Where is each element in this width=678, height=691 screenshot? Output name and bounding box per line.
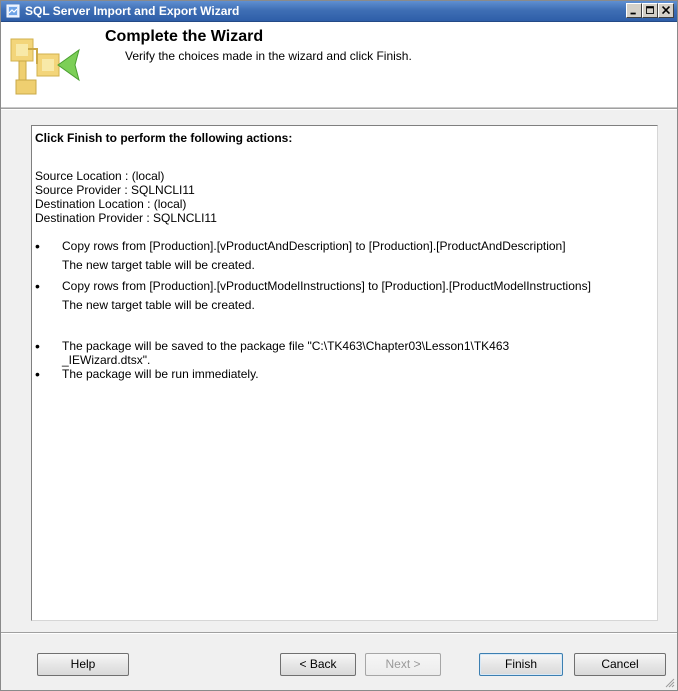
copy-action-description: Copy rows from [Production].[vProductMod… — [62, 279, 591, 293]
import-export-wizard-window: SQL Server Import and Export Wizard Comp… — [0, 0, 678, 691]
cancel-button[interactable]: Cancel — [574, 653, 666, 676]
summary-heading: Click Finish to perform the following ac… — [35, 131, 293, 145]
package-save-item: • The package will be saved to the packa… — [35, 339, 654, 367]
wizard-art-icon — [6, 26, 84, 104]
package-save-line: The package will be saved to the package… — [62, 339, 510, 353]
copy-action-item: • Copy rows from [Production].[vProductA… — [35, 239, 654, 272]
close-icon — [661, 6, 671, 15]
title-bar[interactable]: SQL Server Import and Export Wizard — [1, 1, 677, 22]
back-button[interactable]: < Back — [280, 653, 356, 676]
action-list: • Copy rows from [Production].[vProductA… — [35, 239, 654, 381]
wizard-header: Complete the Wizard Verify the choices m… — [1, 22, 677, 108]
copy-action-item: • Copy rows from [Production].[vProductM… — [35, 279, 654, 312]
close-button[interactable] — [658, 3, 674, 18]
window-controls — [626, 3, 674, 19]
destination-provider-line: Destination Provider : SQLNCLI11 — [35, 211, 217, 225]
minimize-button[interactable] — [626, 3, 642, 18]
run-immediately-line: The package will be run immediately. — [62, 367, 259, 381]
copy-action-note: The new target table will be created. — [62, 298, 255, 312]
finish-button[interactable]: Finish — [479, 653, 563, 676]
help-button[interactable]: Help — [37, 653, 129, 676]
header-divider — [1, 108, 677, 110]
package-save-line: _IEWizard.dtsx". — [62, 353, 151, 367]
summary-panel[interactable]: Click Finish to perform the following ac… — [31, 125, 658, 621]
resize-grip-icon[interactable] — [663, 676, 675, 688]
bullet-marker: • — [35, 366, 40, 382]
bullet-marker: • — [35, 338, 40, 354]
minimize-icon — [630, 12, 636, 15]
window-title: SQL Server Import and Export Wizard — [25, 4, 240, 18]
copy-action-note: The new target table will be created. — [62, 258, 255, 272]
maximize-button[interactable] — [642, 3, 658, 18]
summary-text-area: Click Finish to perform the following ac… — [35, 131, 654, 617]
source-provider-line: Source Provider : SQLNCLI11 — [35, 183, 195, 197]
bullet-marker: • — [35, 238, 40, 254]
source-location-line: Source Location : (local) — [35, 169, 165, 183]
database-wizard-icon — [6, 4, 20, 18]
footer-divider — [1, 632, 677, 634]
destination-location-line: Destination Location : (local) — [35, 197, 187, 211]
run-immediately-item: • The package will be run immediately. — [35, 367, 654, 381]
bullet-marker: • — [35, 278, 40, 294]
copy-action-description: Copy rows from [Production].[vProductAnd… — [62, 239, 566, 253]
next-button[interactable]: Next > — [365, 653, 441, 676]
page-title: Complete the Wizard — [105, 28, 264, 45]
page-subtitle: Verify the choices made in the wizard an… — [125, 49, 412, 63]
maximize-icon — [646, 6, 654, 14]
